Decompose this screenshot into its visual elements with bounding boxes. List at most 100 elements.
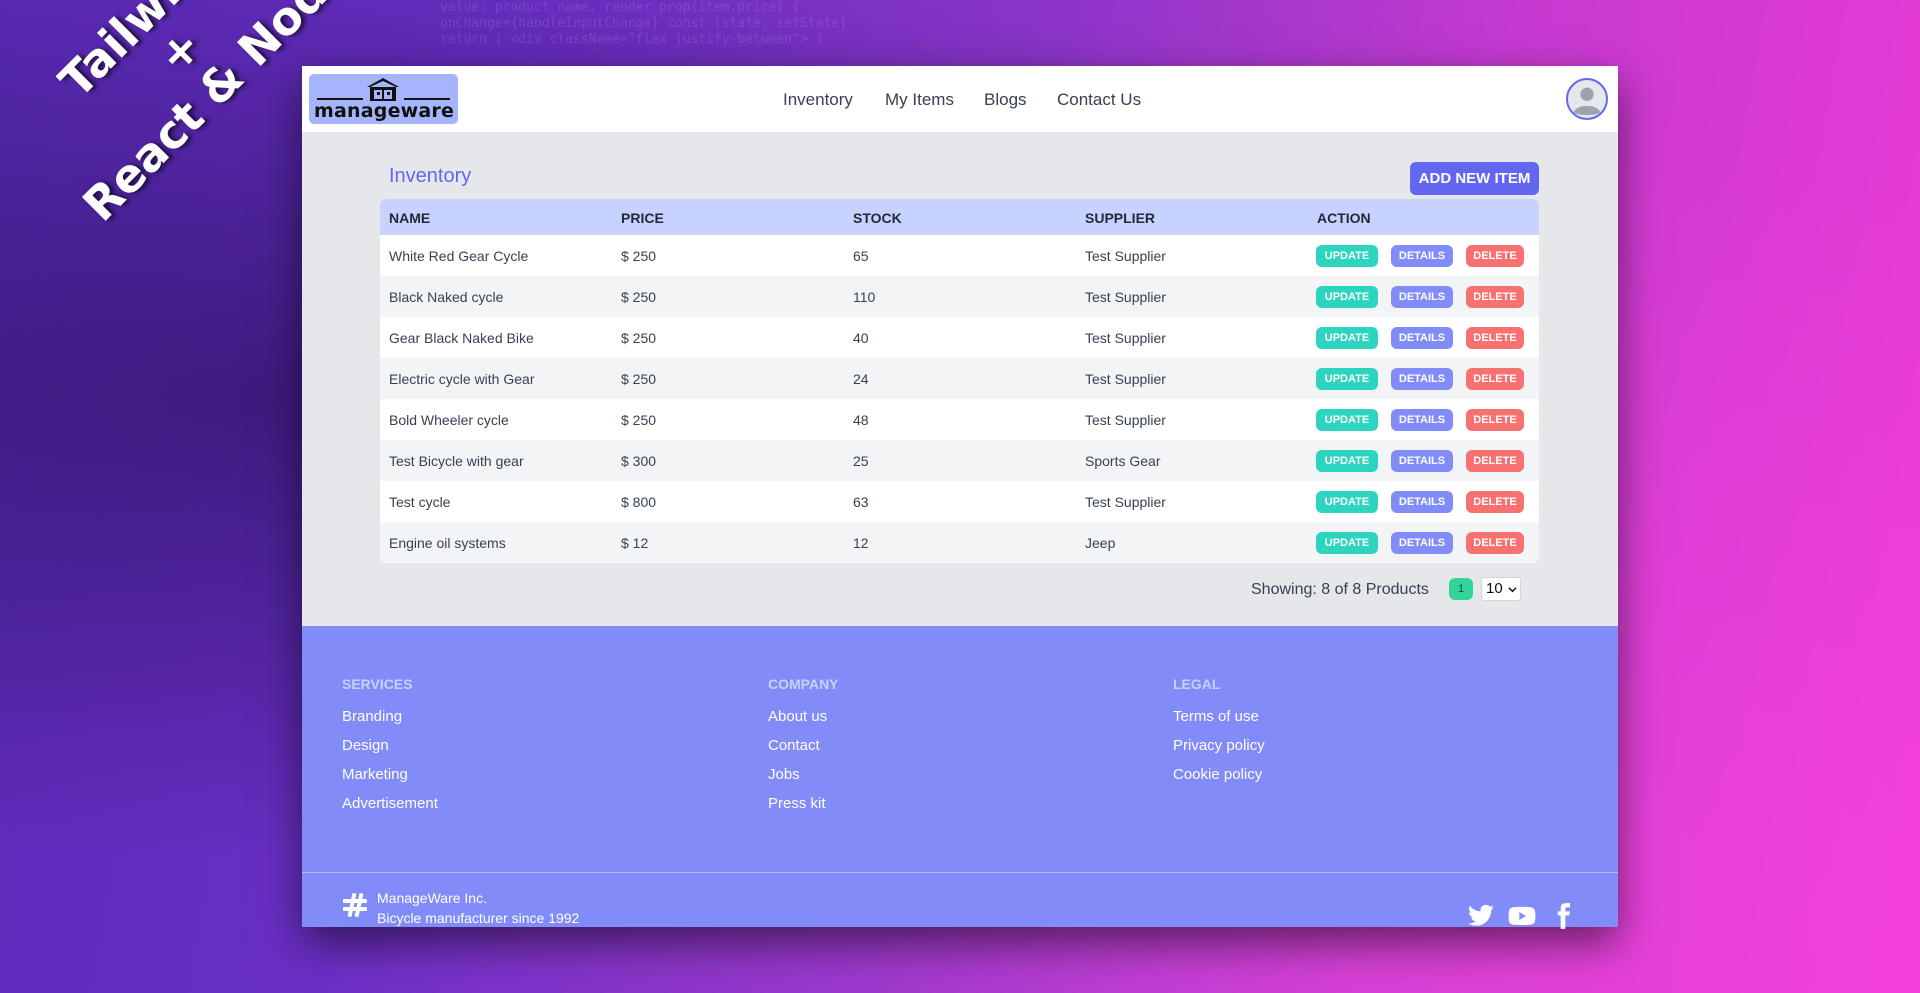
cell-name: Test Bicycle with gear xyxy=(389,453,524,469)
table-body: White Red Gear Cycle $ 250 65 Test Supplier… xyxy=(380,235,1539,563)
inventory-table: NAME PRICE STOCK SUPPLIER ACTION White R… xyxy=(380,199,1539,563)
table-row: Test Bicycle with gear $ 300 25 Sports Gear… xyxy=(380,440,1539,481)
details-button[interactable]: DETAILS xyxy=(1391,286,1453,308)
cell-supplier: Test Supplier xyxy=(1085,494,1166,510)
cell-price: $ 300 xyxy=(621,453,657,469)
footer-link-contact[interactable]: Contact xyxy=(768,737,839,755)
cell-supplier: Test Supplier xyxy=(1085,330,1166,346)
delete-button[interactable]: DELETE xyxy=(1466,409,1524,431)
footer-legal: LEGAL Terms of use Privacy policy Cookie… xyxy=(1173,676,1265,795)
column-header-action: ACTION xyxy=(1317,210,1371,226)
footer-heading-legal: LEGAL xyxy=(1173,676,1221,692)
details-button[interactable]: DETAILS xyxy=(1391,245,1453,267)
cell-stock: 65 xyxy=(853,248,869,264)
delete-button[interactable]: DELETE xyxy=(1466,286,1524,308)
details-button[interactable]: DETAILS xyxy=(1391,327,1453,349)
nav-blogs[interactable]: Blogs xyxy=(984,90,1027,110)
footer-link-privacy-policy[interactable]: Privacy policy xyxy=(1173,737,1265,755)
column-header-stock: STOCK xyxy=(853,210,902,226)
delete-button[interactable]: DELETE xyxy=(1466,368,1524,390)
table-header: NAME PRICE STOCK SUPPLIER ACTION xyxy=(380,199,1539,235)
footer-link-design[interactable]: Design xyxy=(342,737,438,755)
cell-price: $ 250 xyxy=(621,412,657,428)
cell-supplier: Jeep xyxy=(1085,535,1116,551)
update-button[interactable]: UPDATE xyxy=(1316,286,1378,308)
footer-link-branding[interactable]: Branding xyxy=(342,708,438,726)
table-row: Black Naked cycle $ 250 110 Test Supplier UP… xyxy=(380,276,1539,317)
column-header-supplier: SUPPLIER xyxy=(1085,210,1156,226)
page-title: Inventory xyxy=(389,165,472,187)
user-icon xyxy=(1568,80,1606,118)
cell-price: $ 250 xyxy=(621,289,657,305)
details-button[interactable]: DETAILS xyxy=(1391,409,1453,431)
footer-divider xyxy=(302,872,1618,873)
footer-link-terms-of-use[interactable]: Terms of use xyxy=(1173,708,1265,726)
table-row: Gear Black Naked Bike $ 250 40 Test Supplie… xyxy=(380,317,1539,358)
delete-button[interactable]: DELETE xyxy=(1466,450,1524,472)
footer-link-advertisement[interactable]: Advertisement xyxy=(342,795,438,813)
table-row: Electric cycle with Gear $ 250 24 Test Supp… xyxy=(380,358,1539,399)
update-button[interactable]: UPDATE xyxy=(1316,409,1378,431)
background-code-line: value: product_name, render_prop(item.pr… xyxy=(440,0,801,15)
chevron-down-icon xyxy=(1508,587,1517,593)
delete-button[interactable]: DELETE xyxy=(1466,245,1524,267)
cell-name: Test cycle xyxy=(389,494,451,510)
cell-price: $ 12 xyxy=(621,535,649,551)
update-button[interactable]: UPDATE xyxy=(1316,450,1378,472)
cell-name: Gear Black Naked Bike xyxy=(389,330,534,346)
details-button[interactable]: DETAILS xyxy=(1391,450,1453,472)
hashtag-gear-icon xyxy=(343,893,367,917)
nav-my-items[interactable]: My Items xyxy=(885,90,954,110)
delete-button[interactable]: DELETE xyxy=(1466,491,1524,513)
nav-contact-us[interactable]: Contact Us xyxy=(1057,90,1141,110)
column-header-price: PRICE xyxy=(621,210,664,226)
footer-link-jobs[interactable]: Jobs xyxy=(768,766,839,784)
footer-link-about-us[interactable]: About us xyxy=(768,708,839,726)
details-button[interactable]: DETAILS xyxy=(1391,491,1453,513)
nav-inventory[interactable]: Inventory xyxy=(783,90,853,110)
delete-button[interactable]: DELETE xyxy=(1466,532,1524,554)
table-row: Test cycle $ 800 63 Test Supplier UPDATE DETA… xyxy=(380,481,1539,522)
cell-stock: 48 xyxy=(853,412,869,428)
table-row: Engine oil systems $ 12 12 Jeep UPDATE DETAIL… xyxy=(380,522,1539,563)
cell-name: Electric cycle with Gear xyxy=(389,371,535,387)
cell-price: $ 250 xyxy=(621,330,657,346)
background-code-line: return ( <div className="flex justify-be… xyxy=(440,32,824,47)
footer-link-cookie-policy[interactable]: Cookie policy xyxy=(1173,766,1265,784)
footer-brand-tagline: Bicycle manufacturer since 1992 xyxy=(377,910,580,926)
delete-button[interactable]: DELETE xyxy=(1466,327,1524,349)
update-button[interactable]: UPDATE xyxy=(1316,327,1378,349)
add-new-item-button[interactable]: ADD NEW ITEM xyxy=(1410,162,1539,195)
footer-services: SERVICES Branding Design Marketing Adver… xyxy=(342,676,438,824)
main-nav: Inventory My Items Blogs Contact Us xyxy=(302,66,1618,132)
update-button[interactable]: UPDATE xyxy=(1316,491,1378,513)
table-row: Bold Wheeler cycle $ 250 48 Test Supplier UP… xyxy=(380,399,1539,440)
footer-link-marketing[interactable]: Marketing xyxy=(342,766,438,784)
table-row: White Red Gear Cycle $ 250 65 Test Supplier… xyxy=(380,235,1539,276)
footer-link-press-kit[interactable]: Press kit xyxy=(768,795,839,813)
update-button[interactable]: UPDATE xyxy=(1316,245,1378,267)
update-button[interactable]: UPDATE xyxy=(1316,368,1378,390)
cell-supplier: Test Supplier xyxy=(1085,289,1166,305)
cell-supplier: Sports Gear xyxy=(1085,453,1161,469)
footer-brand-text: ManageWare Inc. Bicycle manufacturer sin… xyxy=(377,888,677,928)
per-page-value: 10 xyxy=(1486,580,1503,597)
cell-name: Black Naked cycle xyxy=(389,289,504,305)
details-button[interactable]: DETAILS xyxy=(1391,368,1453,390)
cell-stock: 25 xyxy=(853,453,869,469)
per-page-select[interactable]: 10 xyxy=(1481,577,1521,601)
background-code-texture: value: product_name, render_prop(item.pr… xyxy=(440,0,1440,60)
update-button[interactable]: UPDATE xyxy=(1316,532,1378,554)
facebook-icon[interactable] xyxy=(1549,902,1577,930)
footer-heading-services: SERVICES xyxy=(342,676,413,692)
avatar[interactable] xyxy=(1566,78,1608,120)
cell-stock: 40 xyxy=(853,330,869,346)
cell-stock: 12 xyxy=(853,535,869,551)
cell-name: White Red Gear Cycle xyxy=(389,248,529,264)
youtube-icon[interactable] xyxy=(1508,902,1536,930)
page-number-button[interactable]: 1 xyxy=(1449,578,1473,600)
cell-name: Bold Wheeler cycle xyxy=(389,412,509,428)
details-button[interactable]: DETAILS xyxy=(1391,532,1453,554)
twitter-icon[interactable] xyxy=(1467,902,1495,930)
cell-stock: 63 xyxy=(853,494,869,510)
